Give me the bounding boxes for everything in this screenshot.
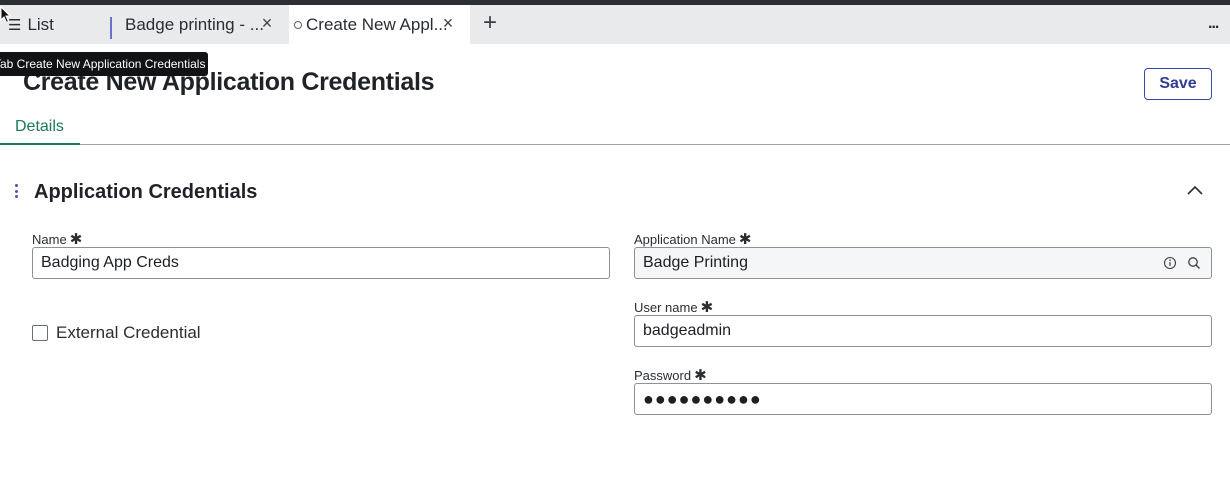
close-icon[interactable]: × [438,13,458,34]
active-tab-indicator [0,143,80,145]
close-icon[interactable]: × [257,13,277,34]
tab-bar: ☰ List Badge printing - ... × Create New… [0,5,1230,44]
name-label: Name ✱ [32,230,82,248]
tab-tooltip: Tab Create New Application Credentials [0,52,208,76]
required-icon: ✱ [694,367,707,384]
name-label-text: Name [32,232,67,247]
external-credential-checkbox[interactable] [32,325,48,341]
required-icon: ✱ [738,231,752,248]
search-icon[interactable] [1187,256,1201,270]
tab-badge-printing[interactable]: Badge printing - ... × [112,5,289,44]
user-name-label: User name ✱ [634,298,713,316]
required-icon: ✱ [700,299,714,316]
unsaved-indicator-icon [294,20,302,29]
password-field[interactable]: ●●●●●●●●●● [634,383,1212,415]
tab-list[interactable]: ☰ List [0,5,110,44]
drag-handle-icon[interactable] [14,184,18,198]
password-value: ●●●●●●●●●● [643,388,762,409]
tab-badge-printing-label: Badge printing - ... [125,14,264,34]
chevron-up-icon[interactable] [1184,182,1206,198]
more-options-icon[interactable]: ... [1208,15,1224,35]
info-icon[interactable] [1163,256,1177,270]
application-name-field[interactable]: Badge Printing [634,247,1212,279]
tab-details[interactable]: Details [15,118,64,136]
name-field[interactable]: Badging App Creds [32,247,610,279]
password-label: Password ✱ [634,366,707,384]
required-icon: ✱ [69,231,83,248]
name-value: Badging App Creds [41,254,179,271]
application-name-value: Badge Printing [643,254,748,271]
user-name-value: badgeadmin [643,322,732,339]
tab-create-new-label: Create New Appl... [306,14,448,34]
application-name-label: Application Name ✱ [634,230,751,248]
tabs-divider [0,144,1230,145]
external-credential-label: External Credential [56,323,201,342]
user-name-field[interactable]: badgeadmin [634,315,1212,347]
new-tab-button[interactable]: + [478,10,502,38]
mouse-cursor-icon [0,6,12,24]
tooltip-text: Tab Create New Application Credentials [0,57,206,71]
tab-list-label: List [27,14,54,34]
application-name-label-text: Application Name [634,232,736,247]
user-name-label-text: User name [634,300,698,315]
tab-create-new-application[interactable]: Create New Appl... × [289,5,470,44]
section-title: Application Credentials [34,181,258,203]
password-label-text: Password [634,368,692,383]
save-button[interactable]: Save [1144,68,1212,100]
